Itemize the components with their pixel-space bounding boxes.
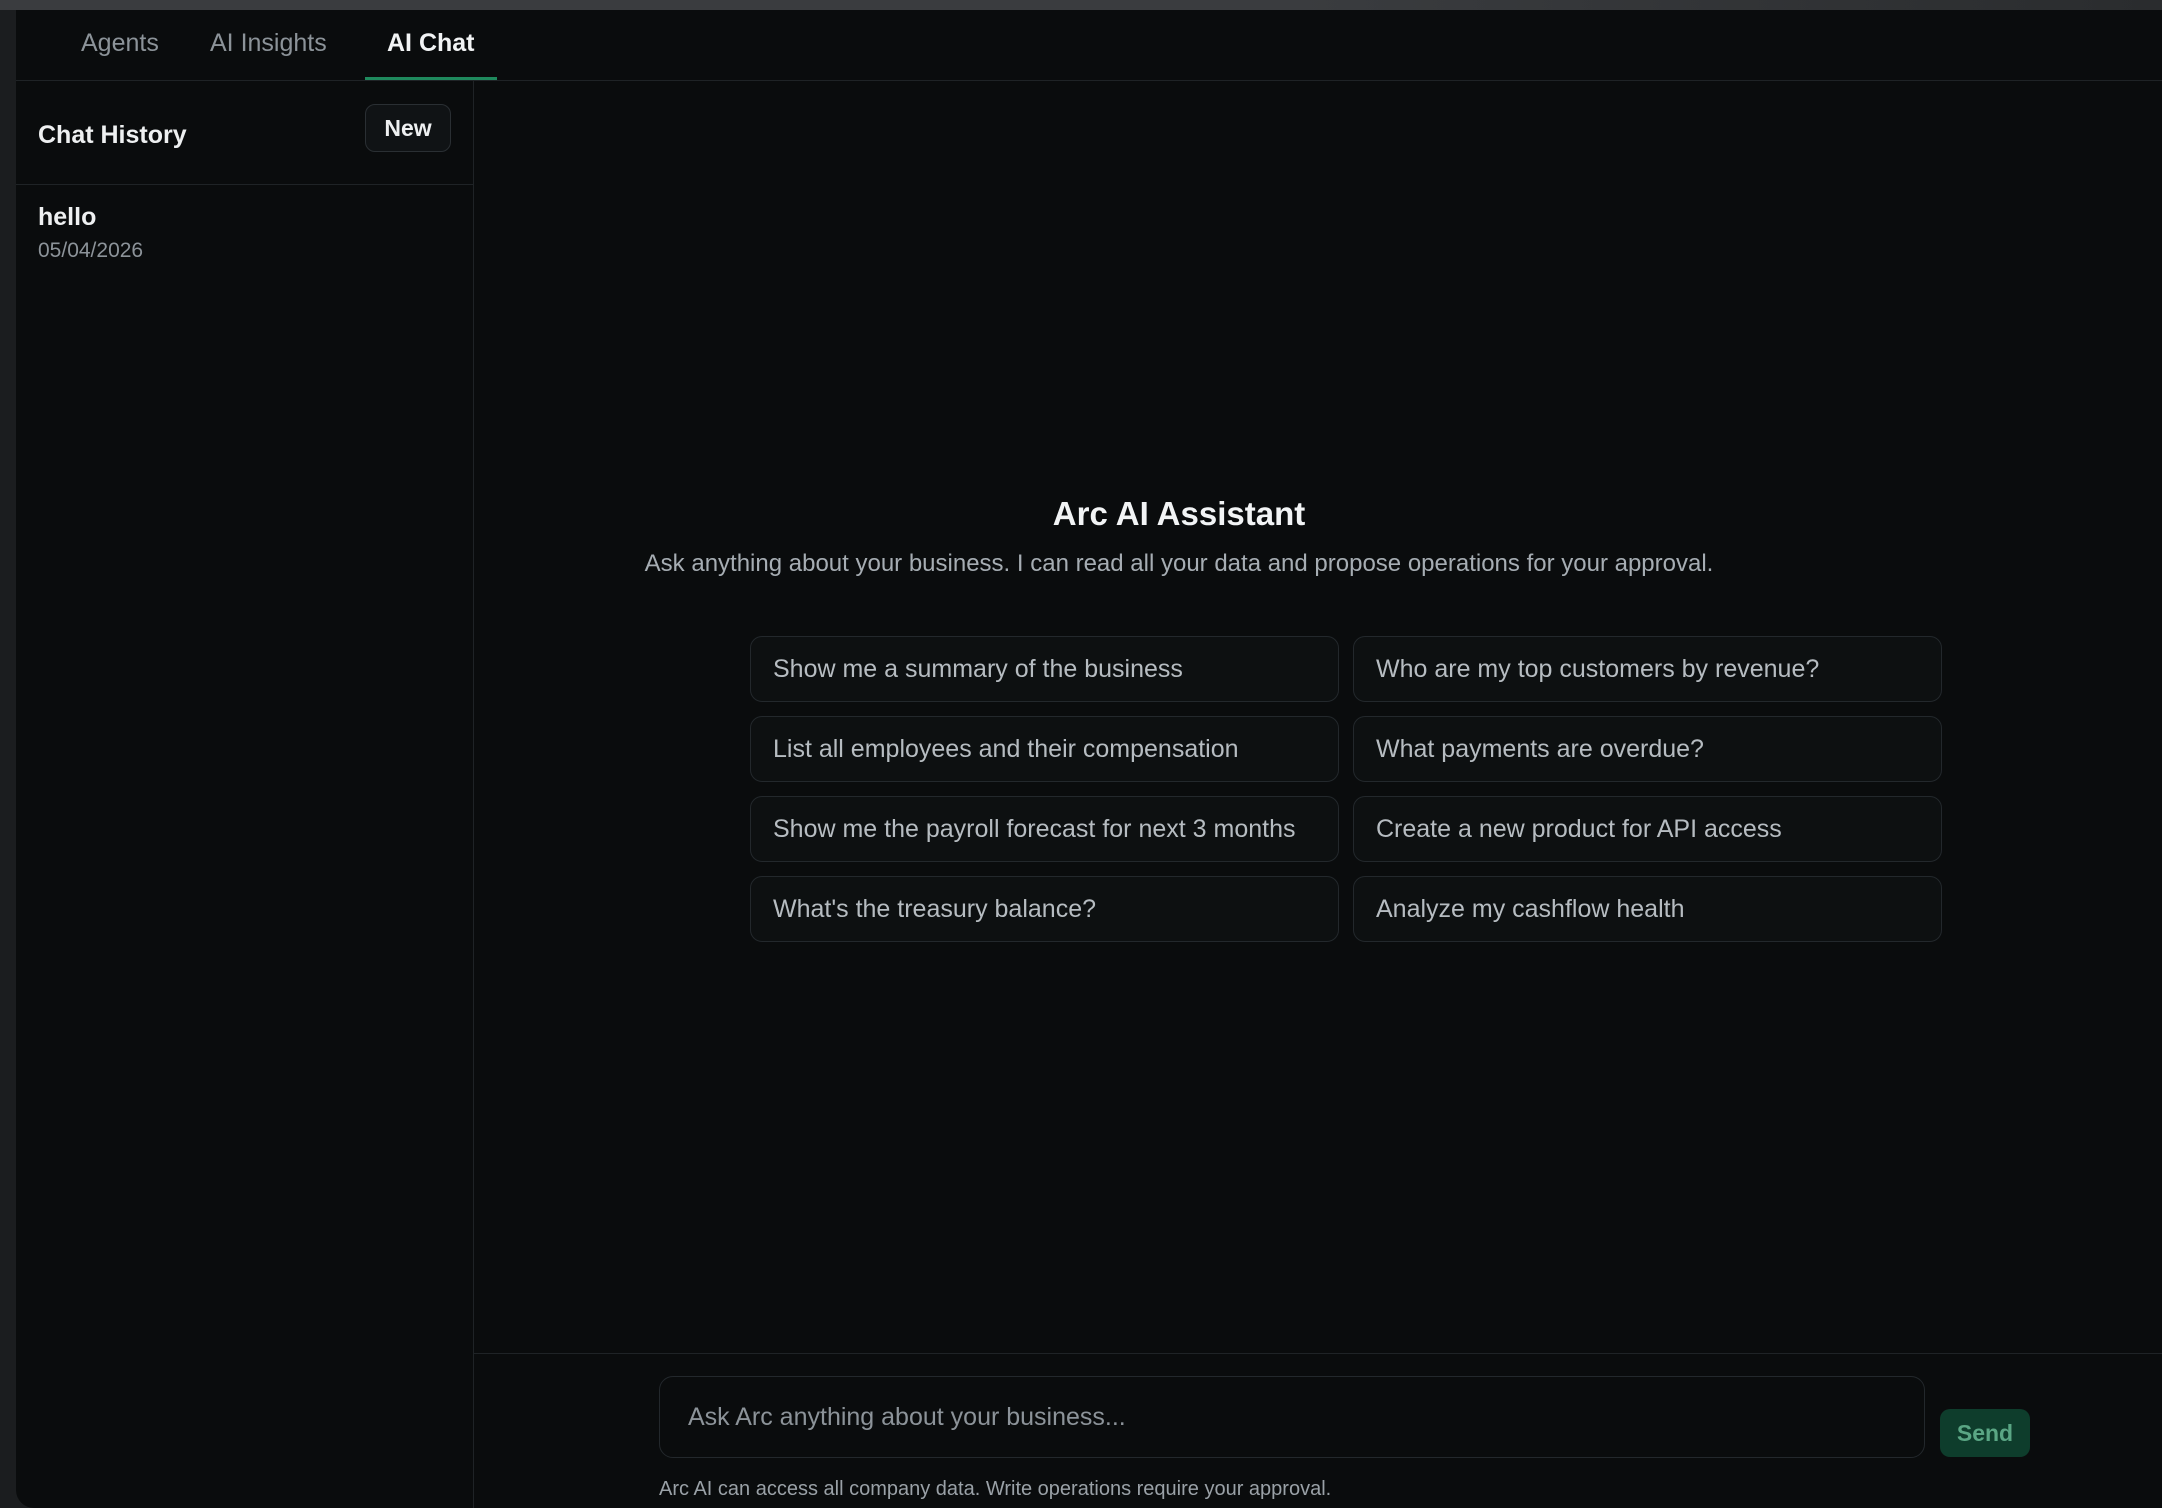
chat-history-item[interactable]: hello 05/04/2026 [16,185,472,277]
chat-history-item-date: 05/04/2026 [38,239,144,262]
chat-message-input[interactable] [659,1376,1925,1458]
tab-bar: Agents AI Insights AI Chat [16,10,2162,81]
sidebar-title: Chat History [38,121,187,149]
suggestion-button[interactable]: What payments are overdue? [1353,716,1942,782]
tab-agents[interactable]: Agents [59,10,181,80]
composer-disclaimer: Arc AI can access all company data. Writ… [659,1478,1332,1500]
suggestion-button[interactable]: Show me a summary of the business [750,636,1339,702]
chat-main-area: Arc AI Assistant Ask anything about your… [474,81,2162,1508]
new-chat-button[interactable]: New [365,104,451,152]
app-frame: Agents AI Insights AI Chat Chat History … [16,10,2162,1508]
send-button[interactable]: Send [1940,1409,2030,1457]
chat-history-sidebar: Chat History New hello 05/04/2026 [16,81,474,1508]
suggestion-button[interactable]: Who are my top customers by revenue? [1353,636,1942,702]
chat-composer: Send Arc AI can access all company data.… [474,1353,2162,1508]
chat-history-item-title: hello [38,203,97,231]
suggestion-button[interactable]: Show me the payroll forecast for next 3 … [750,796,1339,862]
sidebar-header: Chat History New [16,81,473,185]
suggestion-button[interactable]: What's the treasury balance? [750,876,1339,942]
suggestion-button[interactable]: Analyze my cashflow health [1353,876,1942,942]
suggestion-button[interactable]: List all employees and their compensatio… [750,716,1339,782]
tab-ai-insights[interactable]: AI Insights [188,10,349,80]
window-top-strip [0,0,2162,10]
assistant-title: Arc AI Assistant [1052,495,1306,532]
assistant-subtitle: Ask anything about your business. I can … [644,550,1714,577]
suggestion-button[interactable]: Create a new product for API access [1353,796,1942,862]
tab-ai-chat[interactable]: AI Chat [365,10,497,80]
